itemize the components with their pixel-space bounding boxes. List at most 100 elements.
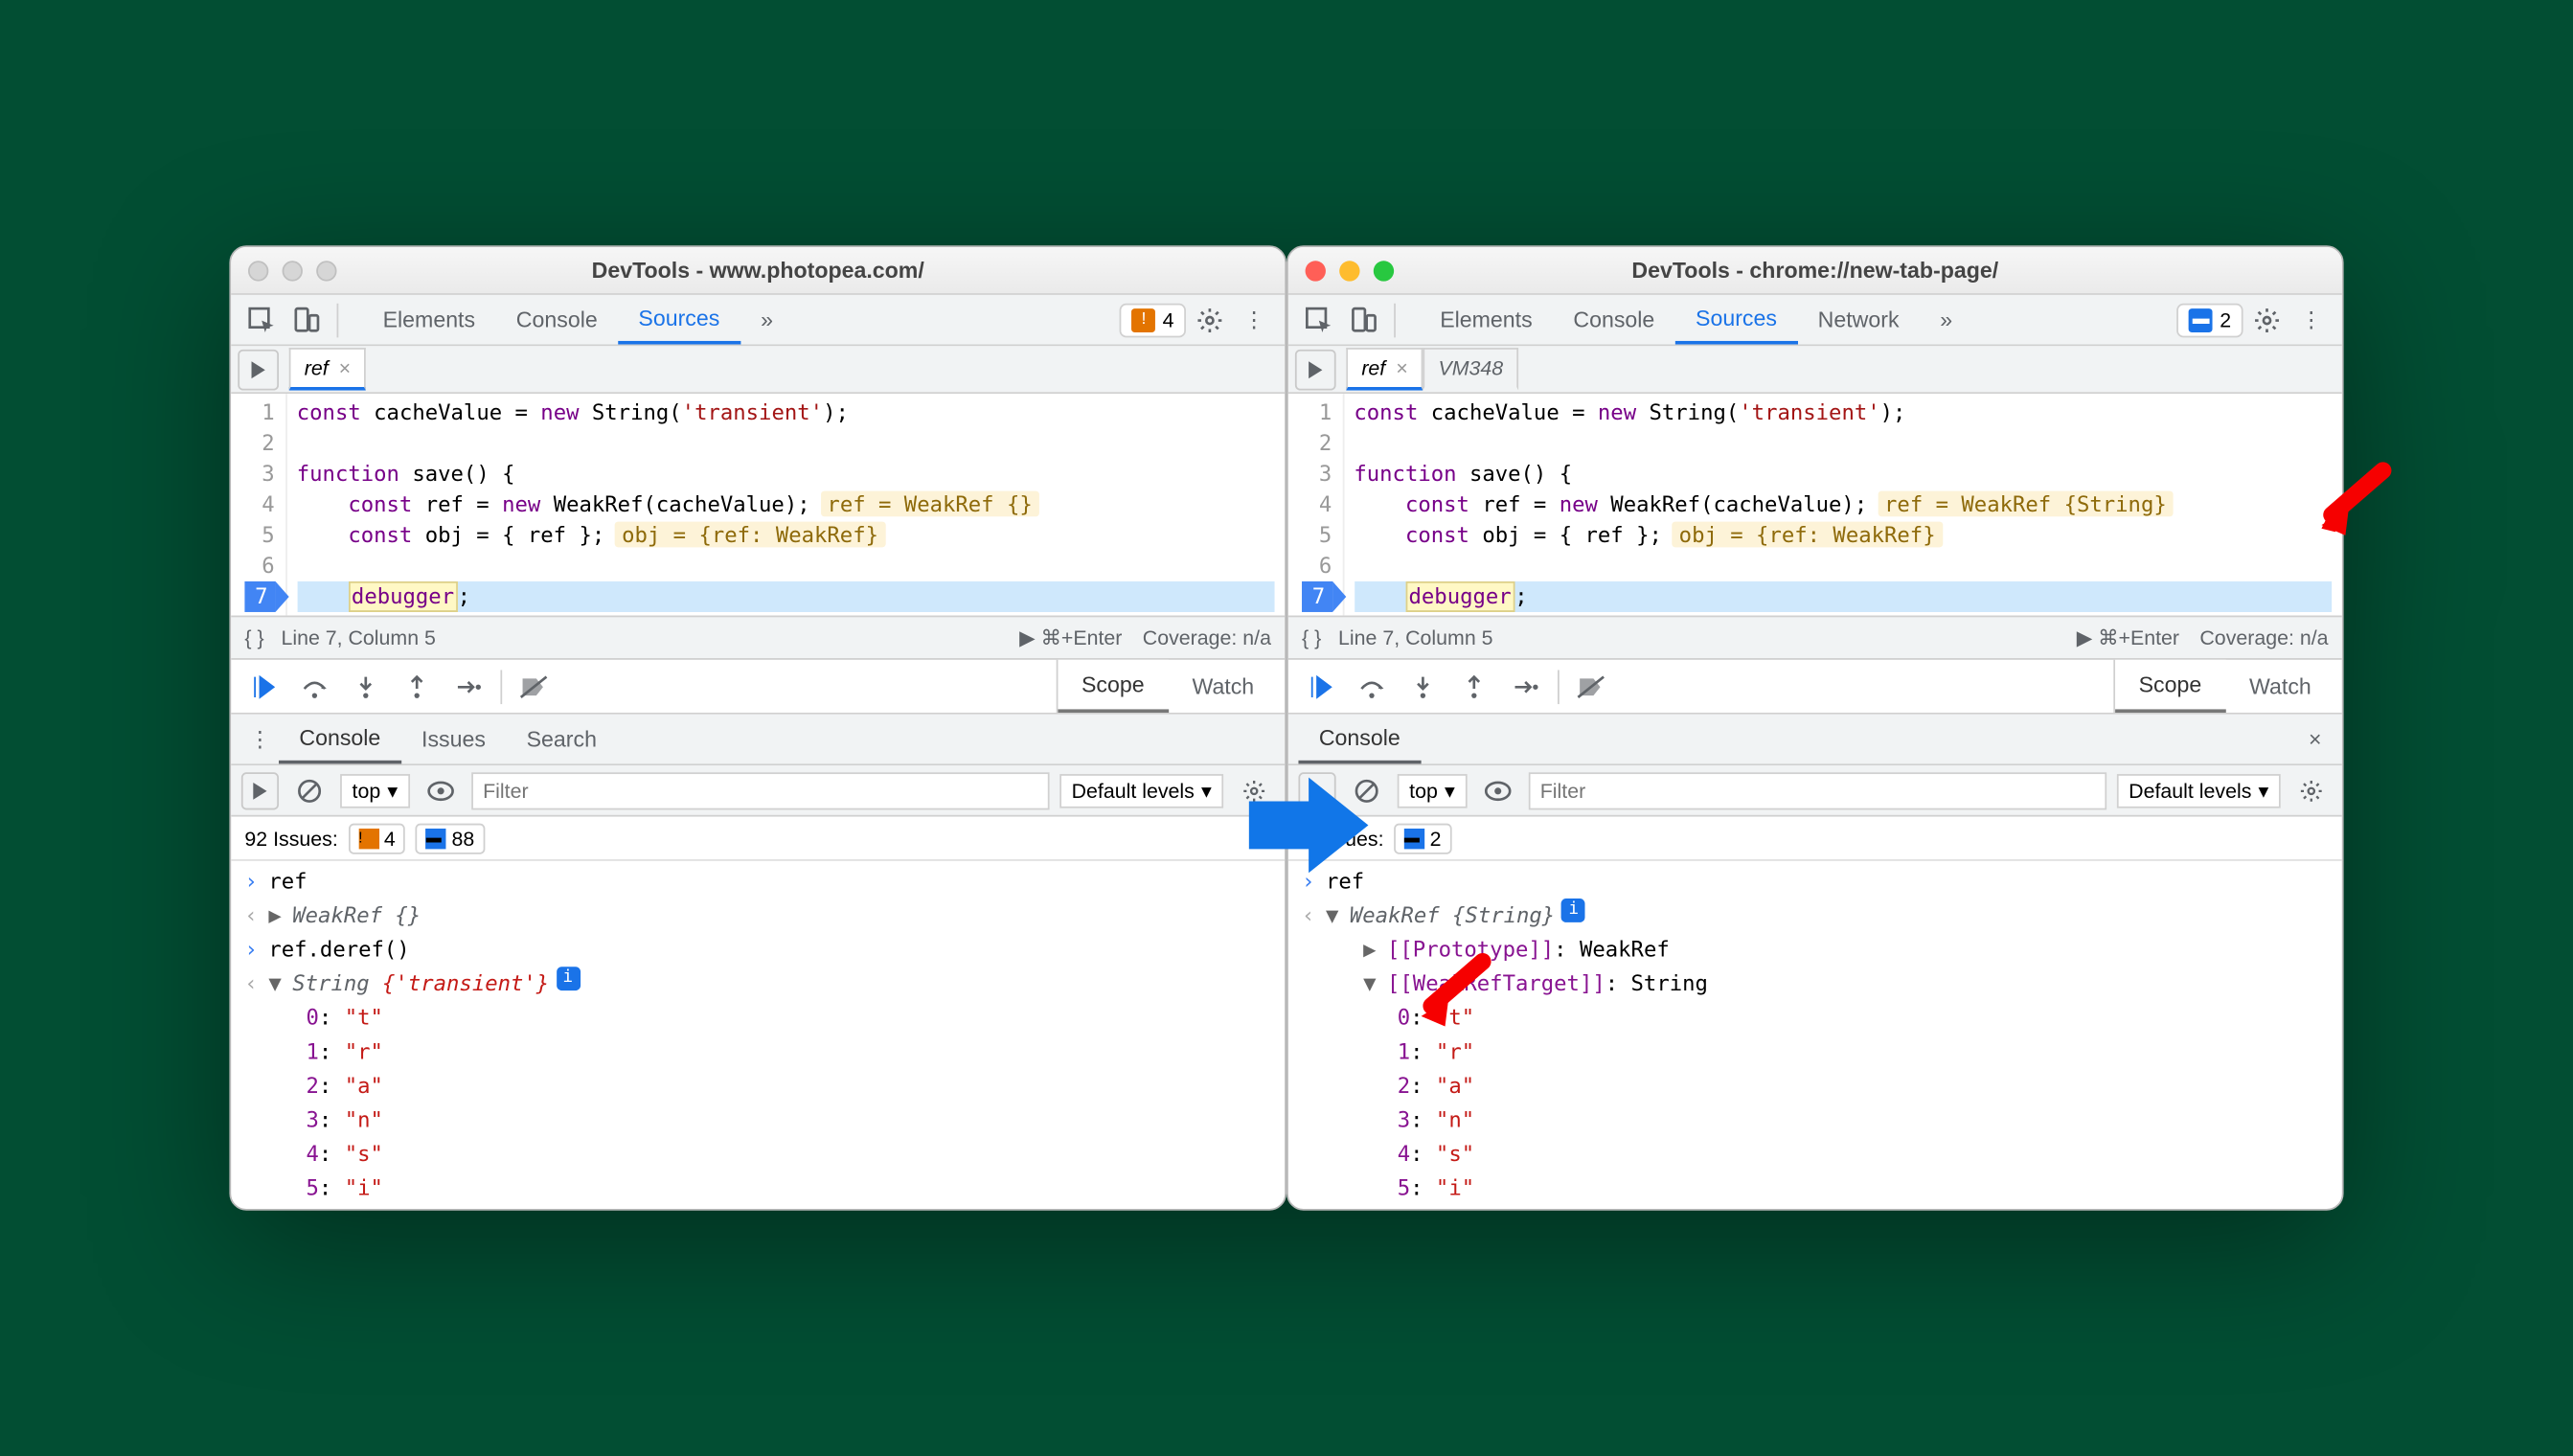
deactivate-breakpoints-icon[interactable] bbox=[1566, 661, 1617, 712]
levels-dropdown[interactable]: Default levels ▾ bbox=[2117, 773, 2281, 808]
info-icon: ▬ bbox=[1404, 828, 1424, 848]
more-icon[interactable]: ⋮ bbox=[1234, 299, 1275, 340]
property-row: 0: "t" bbox=[307, 1001, 1279, 1035]
collapse-icon[interactable]: ▼ bbox=[1326, 899, 1343, 933]
step-icon[interactable] bbox=[443, 661, 493, 712]
context-dropdown[interactable]: top ▾ bbox=[1398, 773, 1467, 808]
tab-elements[interactable]: Elements bbox=[1420, 295, 1553, 345]
expand-icon[interactable]: ▶ bbox=[1363, 933, 1380, 967]
minimize-icon[interactable] bbox=[283, 260, 303, 280]
issues-info-chip[interactable]: ▬88 bbox=[416, 823, 485, 853]
file-tab-ref[interactable]: ref× bbox=[289, 348, 366, 391]
inline-value: obj = {ref: WeakRef} bbox=[615, 522, 885, 548]
code-lines[interactable]: const cacheValue = new String('transient… bbox=[286, 394, 1285, 615]
property-row: 3: "n" bbox=[307, 1103, 1279, 1138]
breakpoint-marker[interactable]: 7 bbox=[244, 581, 274, 612]
close-icon[interactable] bbox=[1306, 260, 1326, 280]
resume-icon[interactable] bbox=[238, 661, 288, 712]
console-input: ref bbox=[268, 864, 307, 899]
minimize-icon[interactable] bbox=[1339, 260, 1359, 280]
drawer-close-icon[interactable]: × bbox=[2298, 726, 2332, 752]
tab-console[interactable]: Console bbox=[495, 295, 618, 345]
step-into-icon[interactable] bbox=[1398, 661, 1448, 712]
tab-sources[interactable]: Sources bbox=[1675, 295, 1798, 345]
info-badge-icon[interactable]: i bbox=[1561, 899, 1585, 922]
code-lines[interactable]: const cacheValue = new String('transient… bbox=[1344, 394, 2342, 615]
more-icon[interactable]: ⋮ bbox=[2290, 299, 2332, 340]
code-editor[interactable]: 123456 7 const cacheValue = new String('… bbox=[231, 394, 1285, 615]
console-settings-icon[interactable] bbox=[2290, 770, 2332, 811]
console-sidebar-icon[interactable] bbox=[241, 771, 279, 808]
zoom-icon[interactable] bbox=[316, 260, 336, 280]
file-tab-vm[interactable]: VM348 bbox=[1423, 348, 1518, 391]
collapse-icon[interactable]: ▼ bbox=[1363, 967, 1380, 1001]
tabs-overflow-icon[interactable]: » bbox=[1920, 295, 1973, 345]
step-icon[interactable] bbox=[1500, 661, 1551, 712]
console-output[interactable]: ›ref ‹▶WeakRef {} ›ref.deref() ‹▼String … bbox=[231, 861, 1285, 1209]
console-output[interactable]: ›ref ‹▼WeakRef {String}i ▶[[Prototype]]:… bbox=[1288, 861, 2342, 1209]
step-over-icon[interactable] bbox=[289, 661, 340, 712]
file-tab-ref[interactable]: ref× bbox=[1346, 348, 1423, 391]
live-expression-icon[interactable] bbox=[420, 770, 461, 811]
warning-icon: ! bbox=[358, 828, 378, 848]
step-out-icon[interactable] bbox=[392, 661, 443, 712]
step-into-icon[interactable] bbox=[340, 661, 391, 712]
pretty-print-icon[interactable]: { } bbox=[244, 626, 263, 649]
console-output-value[interactable]: WeakRef {} bbox=[292, 899, 421, 933]
issues-indicator[interactable]: ▬2 bbox=[2177, 303, 2243, 337]
filter-input[interactable] bbox=[1528, 771, 2106, 808]
console-output-value[interactable]: String {'transient'} bbox=[292, 967, 549, 1001]
console-output-value[interactable]: WeakRef {String} bbox=[1350, 899, 1555, 933]
output-arrow-icon: ‹ bbox=[244, 967, 268, 1001]
resume-icon[interactable] bbox=[1295, 661, 1346, 712]
inspect-icon[interactable] bbox=[1298, 299, 1339, 340]
snippet-run-icon[interactable] bbox=[238, 349, 279, 390]
expand-icon[interactable]: ▶ bbox=[268, 899, 285, 933]
watch-tab[interactable]: Watch bbox=[1169, 660, 1279, 713]
scope-tab[interactable]: Scope bbox=[1058, 660, 1168, 713]
gear-icon[interactable] bbox=[1190, 299, 1231, 340]
drawer-tab-search[interactable]: Search bbox=[506, 715, 617, 764]
device-icon[interactable] bbox=[285, 299, 327, 340]
collapse-icon[interactable]: ▼ bbox=[268, 967, 285, 1001]
drawer-more-icon[interactable]: ⋮ bbox=[241, 725, 279, 752]
scope-tab[interactable]: Scope bbox=[2115, 660, 2225, 713]
run-shortcut: ▶ ⌘+Enter bbox=[1019, 626, 1122, 649]
watch-tab[interactable]: Watch bbox=[2225, 660, 2335, 713]
step-over-icon[interactable] bbox=[1346, 661, 1397, 712]
code-editor[interactable]: 123456 7 const cacheValue = new String('… bbox=[1288, 394, 2342, 615]
drawer-tab-console[interactable]: Console bbox=[1298, 715, 1421, 764]
clear-console-icon[interactable] bbox=[289, 770, 330, 811]
step-out-icon[interactable] bbox=[1448, 661, 1499, 712]
context-dropdown[interactable]: top ▾ bbox=[340, 773, 409, 808]
pretty-print-icon[interactable]: { } bbox=[1302, 626, 1321, 649]
tab-console[interactable]: Console bbox=[1553, 295, 1675, 345]
issues-summary-bar: 2 Issues: ▬2 bbox=[1288, 817, 2342, 861]
snippet-run-icon[interactable] bbox=[1295, 349, 1336, 390]
deactivate-breakpoints-icon[interactable] bbox=[509, 661, 559, 712]
live-expression-icon[interactable] bbox=[1477, 770, 1518, 811]
tab-elements[interactable]: Elements bbox=[362, 295, 495, 345]
tab-network[interactable]: Network bbox=[1797, 295, 1920, 345]
close-icon[interactable] bbox=[248, 260, 268, 280]
breakpoint-marker[interactable]: 7 bbox=[1302, 581, 1332, 612]
drawer-tab-console[interactable]: Console bbox=[279, 715, 401, 764]
traffic-lights[interactable] bbox=[248, 260, 337, 280]
close-tab-icon[interactable]: × bbox=[338, 356, 350, 380]
property-row: 4: "s" bbox=[307, 1137, 1279, 1172]
gear-icon[interactable] bbox=[2246, 299, 2288, 340]
zoom-icon[interactable] bbox=[1374, 260, 1394, 280]
close-tab-icon[interactable]: × bbox=[1396, 356, 1407, 380]
filter-input[interactable] bbox=[471, 771, 1050, 808]
levels-dropdown[interactable]: Default levels ▾ bbox=[1059, 773, 1223, 808]
drawer-tab-issues[interactable]: Issues bbox=[401, 715, 507, 764]
traffic-lights[interactable] bbox=[1306, 260, 1395, 280]
issues-warning-chip[interactable]: !4 bbox=[348, 823, 405, 853]
device-icon[interactable] bbox=[1343, 299, 1384, 340]
issues-info-chip[interactable]: ▬2 bbox=[1394, 823, 1451, 853]
tab-sources[interactable]: Sources bbox=[618, 295, 740, 345]
issues-indicator[interactable]: !4 bbox=[1120, 303, 1186, 337]
inspect-icon[interactable] bbox=[241, 299, 283, 340]
tabs-overflow-icon[interactable]: » bbox=[740, 295, 794, 345]
info-badge-icon[interactable]: i bbox=[556, 967, 580, 990]
